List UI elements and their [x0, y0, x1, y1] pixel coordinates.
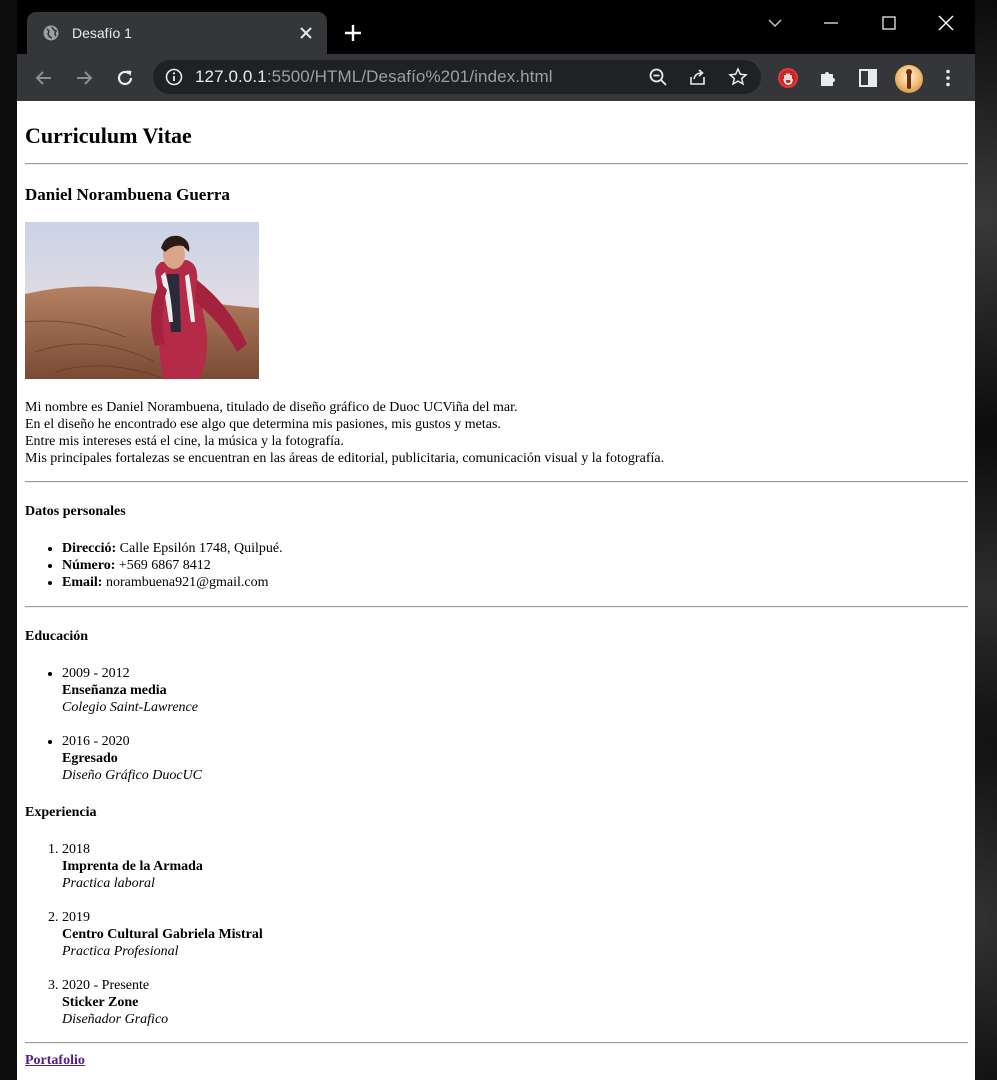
tab-search-chevron-icon[interactable]: [765, 13, 785, 33]
url-text: 127.0.0.1:5500/HTML/Desafío%201/index.ht…: [195, 67, 553, 87]
close-window-icon[interactable]: [936, 13, 956, 33]
item-label: Direcció:: [62, 541, 117, 556]
browser-toolbar: 127.0.0.1:5500/HTML/Desafío%201/index.ht…: [17, 54, 975, 101]
site-info-icon[interactable]: [165, 68, 183, 86]
section-heading-education: Educación: [25, 629, 89, 644]
kebab-menu-icon[interactable]: [937, 67, 959, 89]
list-item: 2016 - 2020 Egresado Diseño Gráfico Duoc…: [62, 733, 202, 784]
item-title: Centro Cultural Gabriela Mistral: [62, 927, 263, 942]
item-place: Diseño Gráfico DuocUC: [62, 768, 202, 783]
close-tab-icon[interactable]: [297, 24, 315, 42]
adblock-extension-icon[interactable]: [777, 67, 799, 89]
url-path: :5500/HTML/Desafío%201/index.html: [266, 67, 553, 86]
title-bar: Desafío 1: [17, 0, 975, 54]
page-title: Curriculum Vitae: [25, 123, 192, 148]
education-list: 2009 - 2012 Enseñanza media Colegio Sain…: [25, 665, 202, 784]
bio-line: Mi nombre es Daniel Norambuena, titulado…: [25, 400, 518, 415]
url-host: 127.0.0.1: [195, 67, 267, 86]
maximize-icon[interactable]: [879, 13, 899, 33]
section-heading-experience: Experiencia: [25, 805, 97, 820]
bio-line: Entre mis intereses está el cine, la mús…: [25, 434, 344, 449]
browser-tab[interactable]: Desafío 1: [27, 12, 327, 54]
list-item: 2019 Centro Cultural Gabriela Mistral Pr…: [62, 909, 263, 960]
reload-icon[interactable]: [114, 67, 136, 89]
bio-line: Mis principales fortalezas se encuentran…: [25, 451, 665, 466]
item-value: norambuena921@gmail.com: [102, 575, 269, 590]
item-years: 2018: [62, 842, 90, 857]
bio-line: En el diseño he encontrado ese algo que …: [25, 417, 501, 432]
item-years: 2020 - Presente: [62, 978, 150, 993]
bio-text: Mi nombre es Daniel Norambuena, titulado…: [25, 399, 664, 467]
address-bar[interactable]: 127.0.0.1:5500/HTML/Desafío%201/index.ht…: [153, 60, 761, 94]
list-item: 2020 - Presente Sticker Zone Diseñador G…: [62, 977, 263, 1028]
divider: [25, 163, 968, 165]
divider: [25, 606, 968, 608]
profile-avatar[interactable]: [895, 65, 923, 93]
list-item: Número: +569 6867 8412: [62, 557, 283, 574]
item-value: Calle Epsilón 1748, Quilpué.: [116, 541, 283, 556]
list-item: Direcció: Calle Epsilón 1748, Quilpué.: [62, 540, 283, 557]
zoom-out-icon[interactable]: [648, 67, 668, 87]
item-years: 2016 - 2020: [62, 734, 130, 749]
item-years: 2019: [62, 910, 90, 925]
item-years: 2009 - 2012: [62, 666, 130, 681]
page-content: Curriculum Vitae Daniel Norambuena Guerr…: [17, 101, 975, 1080]
item-label: Email:: [62, 575, 103, 590]
list-item: 2018 Imprenta de la Armada Practica labo…: [62, 841, 263, 892]
share-icon[interactable]: [688, 67, 708, 87]
back-arrow-icon[interactable]: [33, 67, 55, 89]
section-heading-personal: Datos personales: [25, 504, 126, 519]
item-label: Número:: [62, 558, 116, 573]
list-item: Email: norambuena921@gmail.com: [62, 574, 283, 591]
item-title: Egresado: [62, 751, 118, 766]
globe-icon: [43, 25, 59, 41]
minimize-icon[interactable]: [821, 13, 841, 33]
item-title: Imprenta de la Armada: [62, 859, 203, 874]
person-name: Daniel Norambuena Guerra: [25, 185, 230, 204]
extensions-puzzle-icon[interactable]: [817, 67, 839, 89]
portfolio-link[interactable]: Portafolio: [25, 1052, 85, 1069]
personal-data-list: Direcció: Calle Epsilón 1748, Quilpué. N…: [25, 540, 283, 591]
item-value: +569 6867 8412: [115, 558, 211, 573]
divider: [25, 481, 968, 483]
tab-title: Desafío 1: [72, 25, 132, 41]
item-title: Sticker Zone: [62, 995, 139, 1010]
item-role: Practica Profesional: [62, 944, 179, 959]
list-item: 2009 - 2012 Enseñanza media Colegio Sain…: [62, 665, 202, 716]
browser-window: Desafío 1 127.0.0.1:5500/HTML/Desafío%20…: [17, 0, 975, 1080]
avatar-figure-body: [907, 71, 911, 89]
profile-photo: [25, 222, 259, 379]
item-place: Colegio Saint-Lawrence: [62, 700, 198, 715]
forward-arrow-icon[interactable]: [73, 67, 95, 89]
item-title: Enseñanza media: [62, 683, 167, 698]
bookmark-star-icon[interactable]: [728, 67, 748, 87]
new-tab-icon[interactable]: [343, 23, 363, 43]
divider: [25, 1042, 968, 1044]
experience-list: 2018 Imprenta de la Armada Practica labo…: [25, 841, 263, 1028]
item-role: Practica laboral: [62, 876, 155, 891]
item-role: Diseñador Grafico: [62, 1012, 169, 1027]
side-panel-icon[interactable]: [857, 67, 879, 89]
